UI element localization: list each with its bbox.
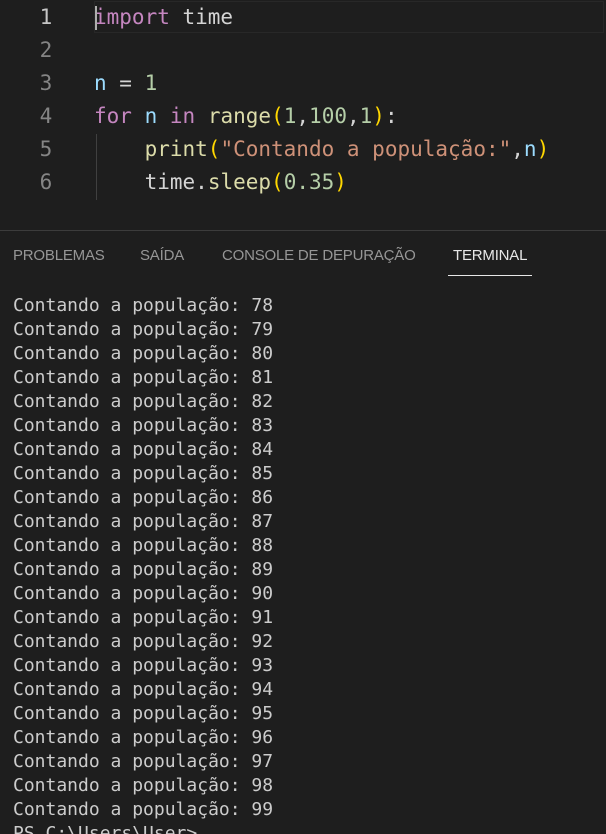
terminal-line: Contando a população: 90 [13, 583, 274, 604]
code-token: , [296, 104, 310, 128]
terminal-line: Contando a população: 89 [13, 559, 274, 580]
code-token: n [94, 71, 107, 95]
terminal-line: Contando a população: 80 [13, 343, 274, 364]
code-token: sleep [207, 170, 272, 194]
code-token: import [94, 5, 170, 29]
code-token: time [144, 170, 196, 194]
code-token: 1 [359, 104, 373, 128]
code-token: range [207, 104, 272, 128]
code-text[interactable]: import time [94, 1, 233, 34]
code-token: for [94, 104, 132, 128]
text-cursor [95, 6, 97, 30]
code-token: 1 [283, 104, 297, 128]
code-token: 1 [144, 71, 158, 95]
code-line[interactable]: 6 time.sleep(0.35) [0, 166, 606, 199]
terminal-line: Contando a população: 87 [13, 511, 274, 532]
terminal-line: Contando a população: 83 [13, 415, 274, 436]
terminal-line: Contando a população: 99 [13, 799, 274, 820]
code-token: ) [334, 170, 347, 194]
terminal-line: Contando a população: 93 [13, 655, 274, 676]
code-token: ( [271, 170, 284, 194]
code-line[interactable]: 2 [0, 34, 606, 67]
terminal-line: Contando a população: 97 [13, 751, 274, 772]
terminal-line: Contando a população: 85 [13, 463, 274, 484]
code-token: = [106, 71, 145, 95]
code-token: "Contando a população:" [220, 137, 512, 161]
line-number: 3 [39, 71, 53, 95]
panel-tab-bar: PROBLEMAS SAÍDA CONSOLE DE DEPURAÇÃO TER… [0, 231, 606, 287]
line-number: 4 [39, 104, 53, 128]
terminal-line: Contando a população: 78 [13, 295, 274, 316]
terminal-line: Contando a população: 79 [13, 319, 274, 340]
code-text[interactable]: for n in range(1,100,1): [94, 100, 398, 133]
code-editor[interactable]: 1 import time 2 3 n = 1 4 for n in range(1,100… [0, 0, 606, 230]
terminal-line: Contando a população: 88 [13, 535, 274, 556]
terminal-output[interactable]: Contando a população: 78 Contando a popul… [0, 287, 606, 834]
code-token: , [511, 137, 524, 161]
line-number: 2 [39, 38, 53, 62]
tab-output[interactable]: SAÍDA [140, 247, 184, 264]
code-token: 0.35 [283, 170, 335, 194]
code-token: print [144, 137, 208, 161]
terminal-line: Contando a população: 81 [13, 367, 274, 388]
code-token: ( [271, 104, 284, 128]
code-token: : [384, 104, 398, 128]
code-line[interactable]: 4 for n in range(1,100,1): [0, 100, 606, 133]
code-token: n [144, 104, 158, 128]
terminal-line: Contando a população: 94 [13, 679, 274, 700]
line-number: 1 [39, 5, 53, 29]
terminal-line: Contando a população: 91 [13, 607, 274, 628]
code-token: time [169, 5, 234, 29]
tab-problems[interactable]: PROBLEMAS [13, 247, 105, 264]
terminal-line: Contando a população: 96 [13, 727, 274, 748]
code-token: in [169, 104, 196, 128]
terminal-line: Contando a população: 82 [13, 391, 274, 412]
code-text[interactable]: time.sleep(0.35) [94, 166, 347, 199]
terminal-line: Contando a população: 95 [13, 703, 274, 724]
code-text[interactable]: print("Contando a população:",n) [94, 133, 550, 166]
tab-terminal[interactable]: TERMINAL [453, 247, 527, 264]
code-line[interactable]: 1 import time [0, 1, 606, 34]
code-token: 100 [309, 104, 347, 128]
code-line[interactable]: 3 n = 1 [0, 67, 606, 100]
code-line[interactable]: 5 print("Contando a população:",n) [0, 133, 606, 166]
code-token: ) [536, 137, 550, 161]
code-token: n [523, 137, 537, 161]
active-tab-indicator [448, 275, 532, 276]
line-number: 5 [39, 137, 53, 161]
terminal-line: Contando a população: 98 [13, 775, 274, 796]
terminal-line: Contando a população: 92 [13, 631, 274, 652]
line-number: 6 [39, 170, 53, 194]
tab-debug-console[interactable]: CONSOLE DE DEPURAÇÃO [222, 247, 416, 264]
code-token: ) [372, 104, 385, 128]
terminal-line: Contando a população: 84 [13, 439, 274, 460]
code-token: , [346, 104, 360, 128]
terminal-prompt: PS C:\Users\User> [13, 823, 209, 834]
code-text[interactable]: n = 1 [94, 67, 157, 100]
code-token: . [195, 170, 208, 194]
code-token: ( [207, 137, 221, 161]
terminal-line: Contando a população: 86 [13, 487, 274, 508]
